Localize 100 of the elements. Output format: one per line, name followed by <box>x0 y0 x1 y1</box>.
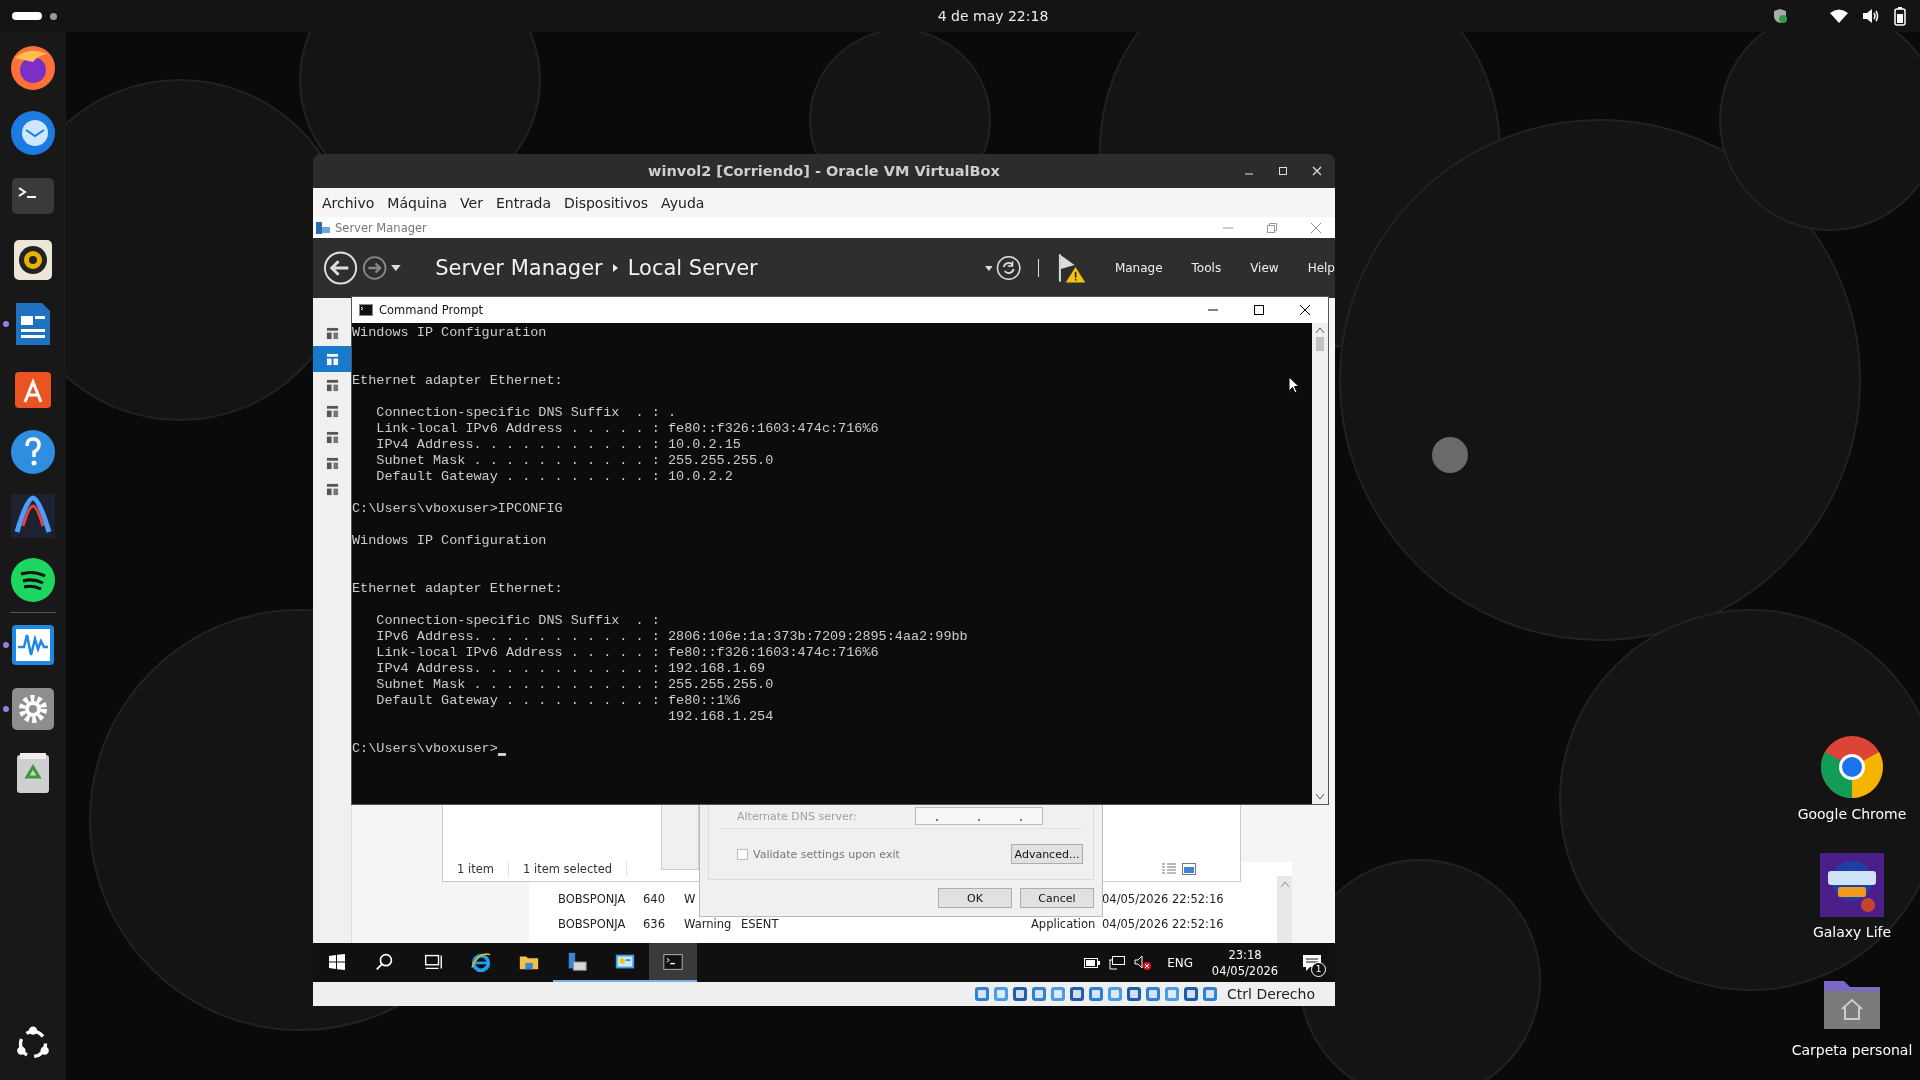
forward-button[interactable] <box>362 255 388 281</box>
tiles-view-icon[interactable] <box>1182 863 1196 875</box>
host-key-label: Ctrl Derecho <box>1227 986 1315 1002</box>
menu-item[interactable]: View <box>1250 261 1279 275</box>
language-indicator[interactable]: ENG <box>1167 955 1193 970</box>
table-cell-text: Application <box>1031 916 1097 931</box>
device-icon[interactable] <box>1031 986 1048 1002</box>
battery-icon[interactable] <box>1084 957 1101 968</box>
workspace-indicator[interactable] <box>12 12 42 20</box>
device-icon[interactable] <box>974 986 991 1002</box>
server-manager-icon <box>316 221 330 234</box>
notifications-button[interactable]: 1 <box>1297 947 1327 978</box>
menu-item[interactable]: Archivo <box>322 194 375 211</box>
maximize-icon[interactable] <box>1254 305 1264 315</box>
console-line: 192.168.1.254 <box>666 709 774 725</box>
device-icon[interactable] <box>1069 986 1086 1002</box>
breadcrumb-item[interactable]: Server Manager <box>435 256 603 280</box>
table-cell-text: BOBSPONJA <box>558 891 627 906</box>
caret-icon[interactable] <box>391 265 402 271</box>
window-title: Server Manager <box>335 220 427 235</box>
arrow-down-icon[interactable] <box>1316 794 1324 799</box>
browser-icon[interactable] <box>9 44 57 92</box>
menu-item[interactable]: Manage <box>1114 261 1163 275</box>
browser-icon[interactable] <box>1820 735 1884 799</box>
menu-item[interactable]: Máquina <box>387 194 448 211</box>
cancel-button[interactable]: Cancel <box>1020 888 1094 908</box>
console-line: IPv4 Address. . . . . . . . . . . : 10.0.2.15 <box>375 437 741 453</box>
refresh-button[interactable] <box>996 255 1022 281</box>
shortcut-label[interactable]: Carpeta personal <box>1791 1041 1913 1059</box>
device-icon[interactable] <box>1088 986 1105 1002</box>
console-line: Link-local IPv6 Address . . . . . : fe80::f326:1603:474c:716%6 <box>375 645 879 661</box>
checkbox[interactable] <box>737 848 748 860</box>
caret-icon[interactable] <box>984 265 993 271</box>
sidebar-item[interactable] <box>313 346 351 372</box>
menu-item[interactable]: Entrada <box>495 194 551 211</box>
menu-item[interactable]: Dispositivos <box>564 194 649 211</box>
volume-icon[interactable] <box>1862 8 1880 24</box>
music-icon[interactable] <box>9 556 57 604</box>
menu-item[interactable]: Ver <box>460 194 483 211</box>
menu-item[interactable]: Ayuda <box>661 194 705 211</box>
table-cell-text: W <box>684 891 697 906</box>
arrow-up-icon[interactable] <box>1316 328 1324 333</box>
shortcut-label[interactable]: Google Chrome <box>1797 805 1907 823</box>
battery-icon[interactable] <box>1894 6 1906 26</box>
server-icon <box>566 950 588 973</box>
curve-icon[interactable] <box>9 492 57 540</box>
wifi-icon[interactable] <box>1830 9 1848 23</box>
layout-icon <box>325 482 339 496</box>
console-line: Default Gateway . . . . . . . . . : 10.0.2.2 <box>375 469 733 485</box>
device-icon[interactable] <box>1050 986 1067 1002</box>
shield-icon[interactable] <box>1772 8 1788 24</box>
console-prompt: C:\Users\vboxuser> <box>352 741 498 757</box>
table-cell-text: 04/05/2026 22:52:16 <box>1102 916 1225 931</box>
menu-item[interactable]: Tools <box>1191 261 1222 275</box>
restore-icon[interactable] <box>1267 222 1277 233</box>
table-cell-text: 640 <box>643 891 666 906</box>
device-icon[interactable] <box>1145 986 1162 1002</box>
chevron-icon <box>612 264 618 272</box>
console-line: Default Gateway . . . . . . . . . : fe80::1%6 <box>375 693 741 709</box>
window-grid-icon <box>329 953 345 970</box>
ok-button[interactable]: OK <box>938 888 1012 908</box>
settings-icon[interactable] <box>9 685 57 733</box>
layout-icon <box>325 430 339 444</box>
console-line: Connection-specific DNS Suffix . : <box>375 613 660 629</box>
device-icon[interactable] <box>1126 986 1143 1002</box>
window-title: Command Prompt <box>379 303 484 317</box>
arrow-up-icon[interactable] <box>1280 882 1289 887</box>
scrollbar[interactable] <box>1277 876 1292 943</box>
volume-muted-icon[interactable] <box>1134 954 1153 971</box>
mail-icon[interactable] <box>9 108 57 156</box>
scrollbar[interactable] <box>1312 323 1328 804</box>
device-icon[interactable] <box>1183 986 1200 1002</box>
clock[interactable]: 23:18 04/05/2026 <box>1210 946 1280 979</box>
breadcrumb-item[interactable]: Local Server <box>627 256 758 280</box>
layout-icon <box>325 404 339 418</box>
close-icon[interactable] <box>1300 305 1310 315</box>
device-icon[interactable] <box>1202 986 1219 1002</box>
device-icon[interactable] <box>993 986 1010 1002</box>
taskbar-button[interactable] <box>649 943 697 982</box>
table-cell-text: Warning <box>684 916 733 931</box>
shortcut-label[interactable]: Galaxy Life <box>1812 923 1892 941</box>
workspace-dot[interactable] <box>50 12 57 20</box>
back-button[interactable] <box>323 250 359 286</box>
flag-warning-icon[interactable] <box>1056 252 1086 284</box>
console-line: IPv6 Address. . . . . . . . . . . : 2806:106e:1a:373b:7209:2895:4aa2:99bb <box>375 629 968 645</box>
device-icon[interactable] <box>1012 986 1029 1002</box>
console-line: IPv4 Address. . . . . . . . . . . : 192.168.1.69 <box>375 661 766 677</box>
help-icon[interactable] <box>9 428 57 476</box>
scrollbar-thumb[interactable] <box>1316 337 1324 351</box>
window-title: winvol2 [Corriendo] - Oracle VM VirtualBox <box>648 163 1000 179</box>
device-icon[interactable] <box>1164 986 1181 1002</box>
checkbox-label[interactable]: Validate settings upon exit <box>753 847 900 861</box>
device-icon[interactable] <box>1107 986 1124 1002</box>
advanced-button[interactable]: Advanced... <box>1011 844 1083 864</box>
network-icon[interactable] <box>1109 955 1126 970</box>
table-cell-text: 636 <box>643 916 666 931</box>
console-line: Connection-specific DNS Suffix . : . <box>375 405 677 421</box>
clock[interactable]: 4 de may 22:18 <box>937 8 1049 24</box>
game-icon[interactable] <box>1820 853 1884 917</box>
menu-item[interactable]: Help <box>1307 261 1335 275</box>
